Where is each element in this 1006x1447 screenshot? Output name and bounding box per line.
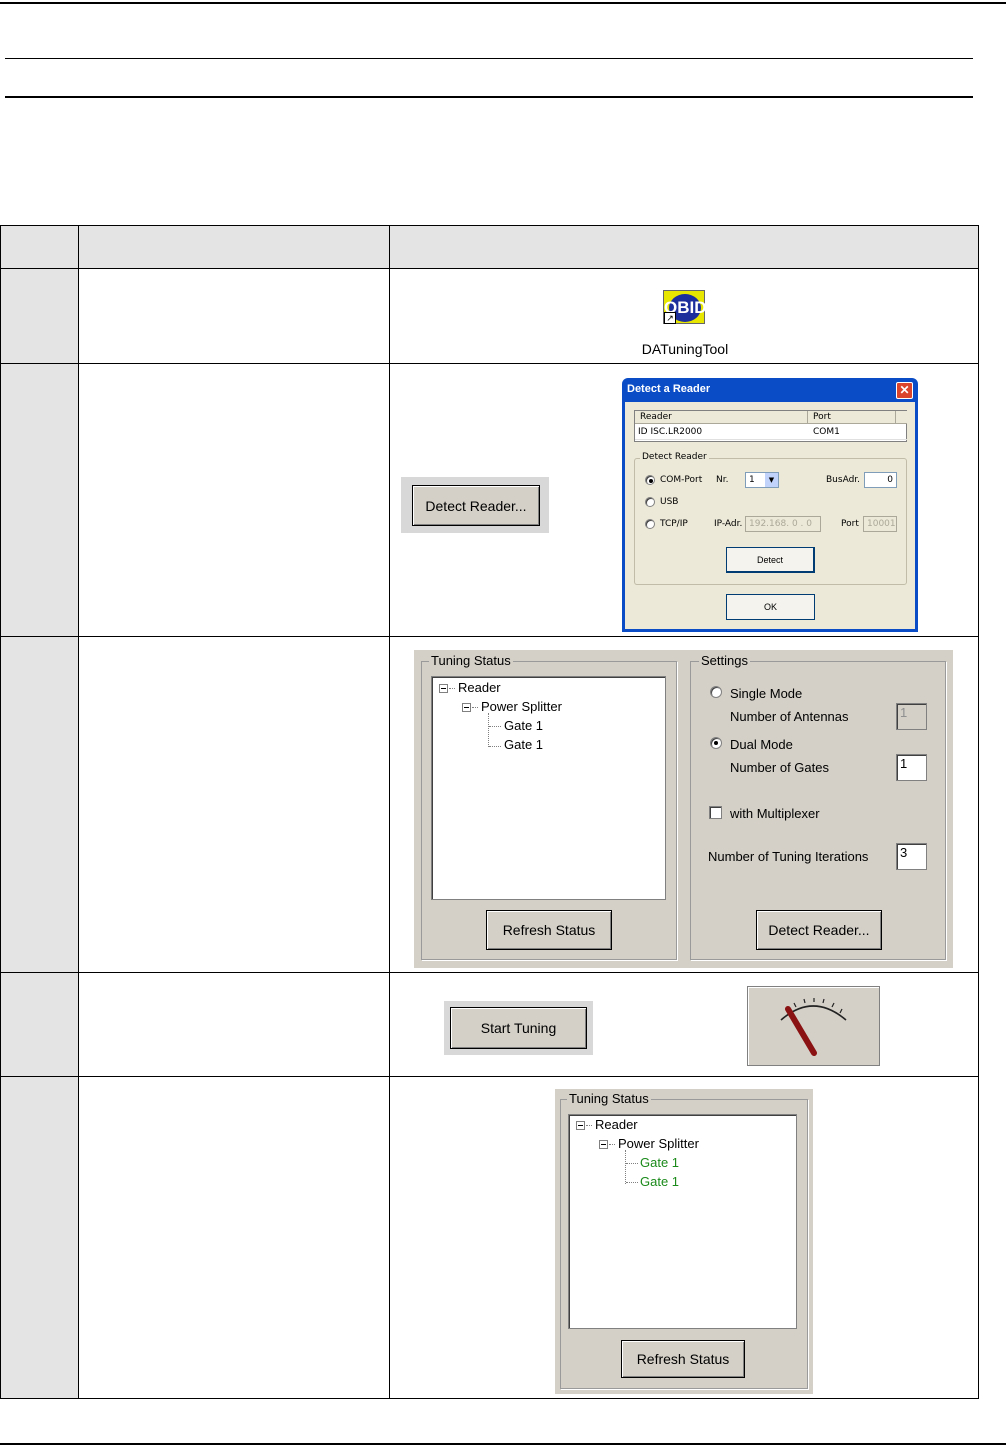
tree-item-gate[interactable]: Gate 1 <box>504 718 543 733</box>
ok-button[interactable]: OK <box>726 594 815 620</box>
list-item-port[interactable]: COM1 <box>813 427 840 437</box>
num-gates-field[interactable]: 1 <box>896 754 927 781</box>
collapse-icon[interactable] <box>439 684 448 693</box>
tuning-iterations-field[interactable]: 3 <box>896 843 927 870</box>
multiplexer-checkbox[interactable] <box>709 806 722 819</box>
dual-mode-radio[interactable] <box>710 737 722 749</box>
start-tuning-button[interactable]: Start Tuning <box>450 1007 587 1049</box>
detect-reader-button[interactable]: Detect Reader... <box>412 485 540 526</box>
busadr-field[interactable]: 0 <box>864 472 897 488</box>
tuning-status-tree[interactable]: Reader Power Splitter Gate 1 Gate 1 <box>568 1114 797 1329</box>
single-mode-radio[interactable] <box>710 686 722 698</box>
column-port[interactable]: Port <box>813 412 831 422</box>
gauge-icon <box>747 986 880 1066</box>
tree-item-gate[interactable]: Gate 1 <box>504 737 543 752</box>
ip-address-field[interactable]: 192.168. 0 . 0 <box>745 516 821 532</box>
list-item-reader[interactable]: ID ISC.LR2000 <box>638 427 702 437</box>
shortcut-arrow-icon: ↗ <box>664 312 676 324</box>
refresh-status-button[interactable]: Refresh Status <box>486 910 612 950</box>
nr-select[interactable]: 1 ▼ <box>745 472 779 488</box>
tuning-status-label: Tuning Status <box>567 1091 651 1106</box>
collapse-icon[interactable] <box>576 1121 585 1130</box>
obid-icon: OBID ↗ <box>663 290 707 324</box>
chevron-down-icon[interactable]: ▼ <box>765 473 778 487</box>
settings-label: Settings <box>699 653 750 668</box>
header-rule-thick <box>5 96 973 98</box>
detect-button[interactable]: Detect <box>726 547 815 573</box>
detect-dialog: Detect a Reader ✕ Reader Port ID ISC.LR2… <box>622 378 918 632</box>
shortcut-label: DATuningTool <box>641 341 729 357</box>
tree-item-gate-tuned[interactable]: Gate 1 <box>640 1155 679 1170</box>
column-reader[interactable]: Reader <box>640 412 672 422</box>
tuning-status-tree[interactable]: Reader Power Splitter Gate 1 Gate 1 <box>431 676 666 900</box>
tuning-panel: Tuning Status Reader Power Splitter Gate… <box>414 650 953 968</box>
tree-item-power-splitter[interactable]: Power Splitter <box>481 699 562 714</box>
collapse-icon[interactable] <box>462 703 471 712</box>
detect-reader-button[interactable]: Detect Reader... <box>756 910 882 950</box>
collapse-icon[interactable] <box>599 1140 608 1149</box>
header-rule-thin <box>5 58 973 59</box>
close-icon[interactable]: ✕ <box>896 382 913 399</box>
usb-radio[interactable] <box>645 497 655 507</box>
dialog-title: Detect a Reader <box>627 383 711 395</box>
tree-item-reader[interactable]: Reader <box>458 680 501 695</box>
port-field[interactable]: 10001 <box>863 516 897 532</box>
tree-item-power-splitter[interactable]: Power Splitter <box>618 1136 699 1151</box>
tree-item-reader[interactable]: Reader <box>595 1117 638 1132</box>
step-column <box>0 269 79 1399</box>
shortcut-icon[interactable]: OBID ↗ DATuningTool <box>630 288 740 360</box>
table-header-row <box>0 225 978 269</box>
com-port-radio[interactable] <box>645 475 655 485</box>
reader-list[interactable]: Reader Port ID ISC.LR2000 COM1 <box>634 410 907 442</box>
refresh-status-button[interactable]: Refresh Status <box>621 1340 745 1378</box>
page-top-rule <box>0 2 1006 4</box>
detect-reader-group-label: Detect Reader <box>640 452 709 462</box>
tcp-ip-radio[interactable] <box>645 519 655 529</box>
tuning-status-label: Tuning Status <box>429 653 513 668</box>
num-antennas-field[interactable]: 1 <box>896 703 927 730</box>
tree-item-gate-tuned[interactable]: Gate 1 <box>640 1174 679 1189</box>
result-panel: Tuning Status Reader Power Splitter Gate… <box>555 1089 813 1394</box>
footer-rule <box>0 1443 1006 1445</box>
